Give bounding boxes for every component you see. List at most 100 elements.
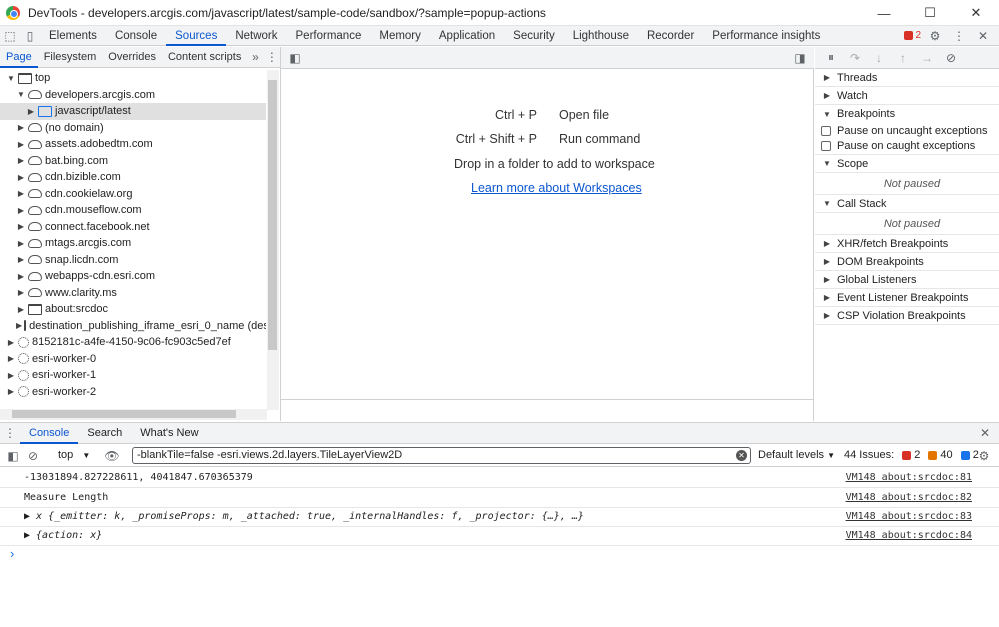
close-drawer-icon[interactable]: ✕ xyxy=(975,423,995,443)
tree-item[interactable]: ▶ esri-worker-2 xyxy=(0,384,266,401)
collapsed-arrow-icon[interactable]: ▶ xyxy=(16,140,26,149)
error-badge[interactable]: 2 xyxy=(904,30,921,41)
collapsed-arrow-icon[interactable]: ▶ xyxy=(16,123,26,132)
pause-icon[interactable]: ⏸ xyxy=(821,48,841,68)
source-link[interactable]: VM148 about:srcdoc:83 xyxy=(846,511,972,522)
tree-item[interactable]: ▶ cdn.mouseflow.com xyxy=(0,202,266,219)
inspect-element-icon[interactable]: ⬚ xyxy=(0,26,20,46)
section-threads[interactable]: ▶ Threads xyxy=(815,69,999,87)
console-prompt[interactable]: › xyxy=(0,546,999,566)
tree-item[interactable]: ▶ cdn.cookielaw.org xyxy=(0,186,266,203)
collapsed-arrow-icon[interactable]: ▶ xyxy=(16,255,26,264)
tree-item[interactable]: ▶ javascript/latest xyxy=(0,103,266,120)
expanded-arrow-icon[interactable]: ▼ xyxy=(16,90,26,99)
tree-item[interactable]: ▶ mtags.arcgis.com xyxy=(0,235,266,252)
live-expression-eye-icon[interactable]: 👁 xyxy=(102,446,122,466)
collapsed-arrow-icon[interactable]: ▶ xyxy=(6,354,16,363)
tree-item[interactable]: ▶ webapps-cdn.esri.com xyxy=(0,268,266,285)
tree-item[interactable]: ▼ top xyxy=(0,70,266,87)
tab-filesystem[interactable]: Filesystem xyxy=(38,47,103,68)
tab-page[interactable]: Page xyxy=(0,47,38,68)
tab-performance-insights[interactable]: Performance insights xyxy=(703,26,829,46)
tree-item[interactable]: ▶ 8152181c-a4fe-4150-9c06-fc903c5ed7ef xyxy=(0,334,266,351)
step-over-icon[interactable]: ↷ xyxy=(845,48,865,68)
toggle-debugger-icon[interactable]: ◨ xyxy=(790,48,810,68)
tree-item[interactable]: ▶ about:srcdoc xyxy=(0,301,266,318)
drawer-tab-search[interactable]: Search xyxy=(78,423,131,444)
tab-lighthouse[interactable]: Lighthouse xyxy=(564,26,638,46)
learn-workspaces-link[interactable]: Learn more about Workspaces xyxy=(471,181,642,195)
collapsed-arrow-icon[interactable]: ▶ xyxy=(16,222,26,231)
tab-network[interactable]: Network xyxy=(226,26,286,46)
tree-item[interactable]: ▼ developers.arcgis.com xyxy=(0,87,266,104)
console-filter-input[interactable]: -blankTile=false -esri.views.2d.layers.T… xyxy=(132,447,751,464)
step-out-icon[interactable]: ↑ xyxy=(893,48,913,68)
section-breakpoints[interactable]: ▼ Breakpoints xyxy=(815,105,999,123)
tab-content-scripts[interactable]: Content scripts xyxy=(162,47,247,68)
tree-item[interactable]: ▶ www.clarity.ms xyxy=(0,285,266,302)
tab-console[interactable]: Console xyxy=(106,26,166,46)
collapsed-arrow-icon[interactable]: ▶ xyxy=(26,107,36,116)
console-message-object[interactable]: ▶ {action: x} VM148 about:srcdoc:84 xyxy=(0,526,999,546)
close-devtools-icon[interactable]: ✕ xyxy=(973,26,993,46)
context-selector[interactable]: top ▼ xyxy=(58,449,90,461)
section-dom-breakpoints[interactable]: ▶ DOM Breakpoints xyxy=(815,253,999,271)
console-settings-gear-icon[interactable]: ⚙ xyxy=(974,446,994,466)
tree-item[interactable]: ▶ connect.facebook.net xyxy=(0,219,266,236)
tree-item[interactable]: ▶ esri-worker-1 xyxy=(0,367,266,384)
source-link[interactable]: VM148 about:srcdoc:82 xyxy=(846,492,972,503)
tab-sources[interactable]: Sources xyxy=(166,26,227,46)
tree-item[interactable]: ▶ cdn.bizible.com xyxy=(0,169,266,186)
settings-gear-icon[interactable]: ⚙ xyxy=(925,26,945,46)
drawer-tab-console[interactable]: Console xyxy=(20,423,79,444)
collapsed-arrow-icon[interactable]: ▶ xyxy=(16,206,26,215)
deactivate-breakpoints-icon[interactable]: ⊘ xyxy=(941,48,961,68)
collapsed-arrow-icon[interactable]: ▶ xyxy=(16,321,22,330)
section-global-listeners[interactable]: ▶ Global Listeners xyxy=(815,271,999,289)
tab-overrides[interactable]: Overrides xyxy=(102,47,162,68)
pause-uncaught-checkbox[interactable]: Pause on uncaught exceptions xyxy=(815,123,999,138)
toggle-navigator-icon[interactable]: ◧ xyxy=(285,48,305,68)
step-into-icon[interactable]: ↓ xyxy=(869,48,889,68)
pause-caught-checkbox[interactable]: Pause on caught exceptions xyxy=(815,138,999,155)
section-csp-violation-breakpoints[interactable]: ▶ CSP Violation Breakpoints xyxy=(815,307,999,325)
minimize-button[interactable]: — xyxy=(861,0,907,26)
expanded-arrow-icon[interactable]: ▼ xyxy=(6,74,16,83)
drawer-menu-icon[interactable]: ⋮ xyxy=(0,423,20,443)
source-link[interactable]: VM148 about:srcdoc:84 xyxy=(846,530,972,541)
section-call-stack[interactable]: ▼ Call Stack xyxy=(815,195,999,213)
tree-item[interactable]: ▶ destination_publishing_iframe_esri_0_na… xyxy=(0,318,266,335)
collapsed-arrow-icon[interactable]: ▶ xyxy=(6,338,16,347)
collapsed-arrow-icon[interactable]: ▶ xyxy=(16,173,26,182)
source-link[interactable]: VM148 about:srcdoc:81 xyxy=(846,472,972,483)
tree-item[interactable]: ▶ assets.adobedtm.com xyxy=(0,136,266,153)
tab-performance[interactable]: Performance xyxy=(287,26,371,46)
tab-security[interactable]: Security xyxy=(504,26,564,46)
collapsed-arrow-icon[interactable]: ▶ xyxy=(16,272,26,281)
section-xhr-breakpoints[interactable]: ▶ XHR/fetch Breakpoints xyxy=(815,235,999,253)
navigator-menu-icon[interactable]: ⋮ xyxy=(264,47,280,67)
collapsed-arrow-icon[interactable]: ▶ xyxy=(16,189,26,198)
drawer-tab-whats-new[interactable]: What's New xyxy=(131,423,207,444)
step-icon[interactable]: → xyxy=(917,48,937,68)
close-window-button[interactable]: ✕ xyxy=(953,0,999,26)
console-message-object[interactable]: ▶ x {_emitter: k, _promiseProps: m, _att… xyxy=(0,507,999,527)
tree-vertical-scrollbar[interactable] xyxy=(267,70,279,410)
clear-filter-icon[interactable]: ✕ xyxy=(736,450,747,461)
log-levels-dropdown[interactable]: Default levels ▼ xyxy=(758,449,835,461)
maximize-button[interactable]: ☐ xyxy=(907,0,953,26)
collapsed-arrow-icon[interactable]: ▶ xyxy=(6,371,16,380)
section-scope[interactable]: ▼ Scope xyxy=(815,155,999,173)
more-options-icon[interactable]: ⋮ xyxy=(949,26,969,46)
tab-application[interactable]: Application xyxy=(430,26,504,46)
collapsed-arrow-icon[interactable]: ▶ xyxy=(6,387,16,396)
collapsed-arrow-icon[interactable]: ▶ xyxy=(16,239,26,248)
tree-item[interactable]: ▶ esri-worker-0 xyxy=(0,351,266,368)
tab-recorder[interactable]: Recorder xyxy=(638,26,703,46)
tab-elements[interactable]: Elements xyxy=(40,26,106,46)
tree-item[interactable]: ▶ snap.licdn.com xyxy=(0,252,266,269)
collapsed-arrow-icon[interactable]: ▶ xyxy=(16,156,26,165)
clear-console-icon[interactable]: ⊘ xyxy=(23,446,43,466)
console-sidebar-icon[interactable]: ◧ xyxy=(3,446,23,466)
section-watch[interactable]: ▶ Watch xyxy=(815,87,999,105)
